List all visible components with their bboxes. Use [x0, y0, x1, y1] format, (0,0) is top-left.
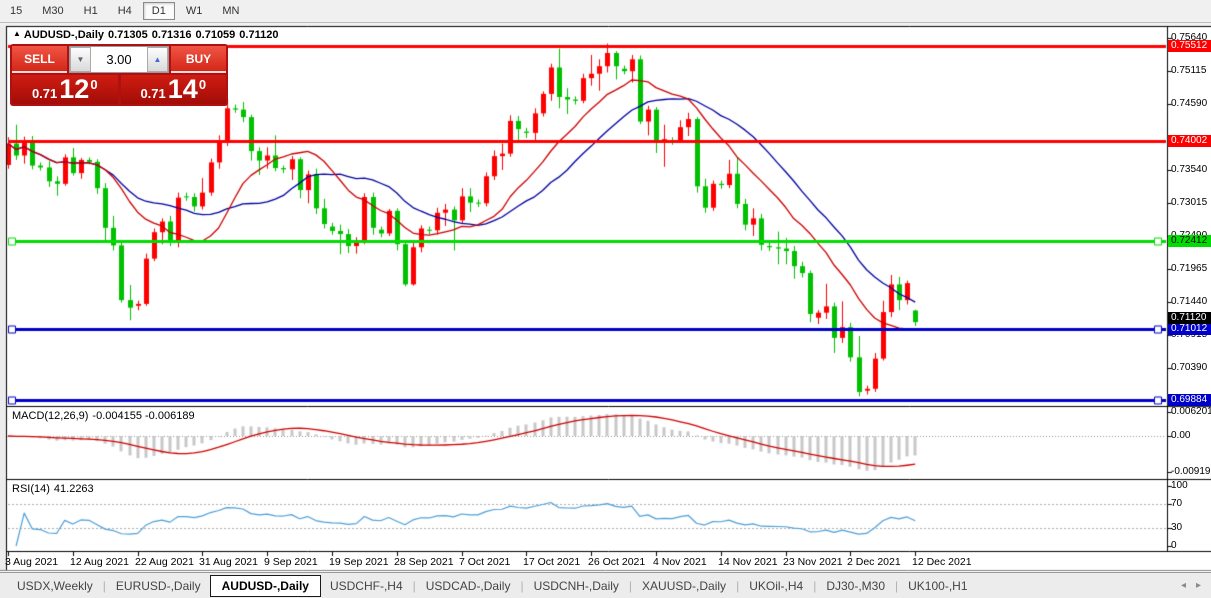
volume-decrease-button[interactable]: ▼	[70, 47, 91, 72]
buy-price-display[interactable]: 0.71140	[121, 75, 227, 104]
price-axis-tick: 0.70390	[1171, 362, 1211, 374]
price-axis-tick: 0.74590	[1171, 98, 1211, 110]
hline-price-label: 0.69884	[1168, 394, 1211, 406]
chart-title: ▲AUDUSD-,Daily 0.71305 0.71316 0.710590.711…	[13, 29, 282, 41]
volume-spinner: ▼ ▲	[69, 46, 169, 73]
down-arrow-icon: ▼	[77, 55, 85, 64]
date-axis-label: 9 Sep 2021	[264, 556, 318, 568]
sell-button[interactable]: SELL	[12, 46, 67, 73]
volume-increase-button[interactable]: ▲	[147, 47, 168, 72]
tabs-scroll-right-icon[interactable]: ▸	[1196, 580, 1201, 591]
buy-price-big: 14	[168, 77, 198, 101]
sell-price-display[interactable]: 0.71120	[12, 75, 118, 104]
tab-uk100-h1[interactable]: UK100-,H1	[899, 576, 976, 596]
date-axis-label: 4 Nov 2021	[653, 556, 707, 568]
tab-ukoil-h4[interactable]: UKOil-,H4	[740, 576, 812, 596]
ohlc-close: 0.71120	[239, 29, 278, 41]
price-axis-tick: 0.73540	[1171, 164, 1211, 176]
ohlc-open: 0.71305	[108, 29, 148, 41]
date-axis-label: 17 Oct 2021	[523, 556, 580, 568]
timeframe-H1[interactable]: H1	[75, 2, 107, 20]
ohlc-low: 0.71059	[196, 29, 236, 41]
rsi-axis-tick: 30	[1171, 522, 1211, 534]
volume-input[interactable]	[91, 47, 147, 72]
timeframe-D1[interactable]: D1	[143, 2, 175, 20]
symbol-triangle-icon: ▲	[13, 29, 21, 38]
rsi-axis-tick: 100	[1171, 480, 1211, 492]
tab-dj30-m30[interactable]: DJ30-,M30	[817, 576, 894, 596]
tab-usdcnh-daily[interactable]: USDCNH-,Daily	[525, 576, 628, 596]
date-axis-label: 28 Sep 2021	[394, 556, 454, 568]
sell-price-big: 12	[59, 77, 89, 101]
date-axis-label: 2 Dec 2021	[847, 556, 901, 568]
ohlc-high: 0.71316	[152, 29, 192, 41]
tabs-scroll-left-icon[interactable]: ◂	[1181, 580, 1186, 591]
hline-price-label: 0.75512	[1168, 40, 1211, 52]
buy-price-prefix: 0.71	[140, 86, 165, 101]
tab-usdcad-daily[interactable]: USDCAD-,Daily	[417, 576, 520, 596]
date-axis-label: 12 Aug 2021	[70, 556, 129, 568]
price-axis-tick: 0.71440	[1171, 296, 1211, 308]
date-axis-label: 22 Aug 2021	[135, 556, 194, 568]
hline-price-label: 0.74002	[1168, 135, 1211, 147]
date-axis-label: 23 Nov 2021	[783, 556, 843, 568]
hline-price-label: 0.72412	[1168, 235, 1211, 247]
macd-label: MACD(12,26,9) -0.004155 -0.006189	[12, 410, 199, 422]
rsi-value: 41.2263	[54, 483, 94, 495]
macd-axis-tick: 0.00	[1171, 430, 1211, 442]
date-axis-label: 7 Oct 2021	[459, 556, 510, 568]
buy-button[interactable]: BUY	[171, 46, 226, 73]
rsi-name: RSI(14)	[12, 483, 50, 495]
timeframe-15[interactable]: 15	[1, 2, 31, 20]
tab-usdchf-h4[interactable]: USDCHF-,H4	[321, 576, 412, 596]
date-axis-label: 3 Aug 2021	[5, 556, 58, 568]
date-axis-label: 12 Dec 2021	[912, 556, 972, 568]
macd-values: -0.004155 -0.006189	[92, 410, 194, 422]
macd-axis-tick: 0.006201	[1171, 406, 1211, 418]
timeframe-toolbar: 15M30H1H4D1W1MN	[0, 0, 1211, 23]
macd-axis-tick: -0.009197	[1171, 466, 1211, 478]
rsi-label: RSI(14) 41.2263	[12, 483, 98, 495]
date-axis-label: 14 Nov 2021	[718, 556, 778, 568]
tab-eurusd-daily[interactable]: EURUSD-,Daily	[107, 576, 210, 596]
price-axis-tick: 0.75115	[1171, 65, 1211, 77]
timeframe-MN[interactable]: MN	[213, 2, 248, 20]
date-axis-label: 19 Sep 2021	[329, 556, 389, 568]
price-axis-tick: 0.71965	[1171, 263, 1211, 275]
tab-audusd-daily[interactable]: AUDUSD-,Daily	[210, 575, 321, 597]
rsi-axis-tick: 0	[1171, 540, 1211, 552]
timeframe-H4[interactable]: H4	[109, 2, 141, 20]
date-axis-label: 26 Oct 2021	[588, 556, 645, 568]
tab-xauusd-daily[interactable]: XAUUSD-,Daily	[633, 576, 735, 596]
one-click-trading-panel: SELL ▼ ▲ BUY 0.71120 0.71140	[10, 44, 228, 106]
timeframe-M30[interactable]: M30	[33, 2, 72, 20]
up-arrow-icon: ▲	[154, 55, 162, 64]
sell-price-pip: 0	[90, 77, 97, 92]
price-axis-tick: 0.73015	[1171, 197, 1211, 209]
macd-name: MACD(12,26,9)	[12, 410, 88, 422]
hline-price-label: 0.71012	[1168, 323, 1211, 335]
chart-tabs-bar: USDX,Weekly|EURUSD-,DailyAUDUSD-,DailyUS…	[0, 572, 1211, 598]
chart-symbol: AUDUSD-,Daily	[24, 29, 104, 41]
rsi-axis-tick: 70	[1171, 498, 1211, 510]
tab-usdx-weekly[interactable]: USDX,Weekly	[8, 576, 102, 596]
date-axis-label: 31 Aug 2021	[199, 556, 258, 568]
timeframe-W1[interactable]: W1	[177, 2, 212, 20]
sell-price-prefix: 0.71	[32, 86, 57, 101]
buy-price-pip: 0	[199, 77, 206, 92]
current-price-label: 0.71120	[1168, 312, 1211, 324]
